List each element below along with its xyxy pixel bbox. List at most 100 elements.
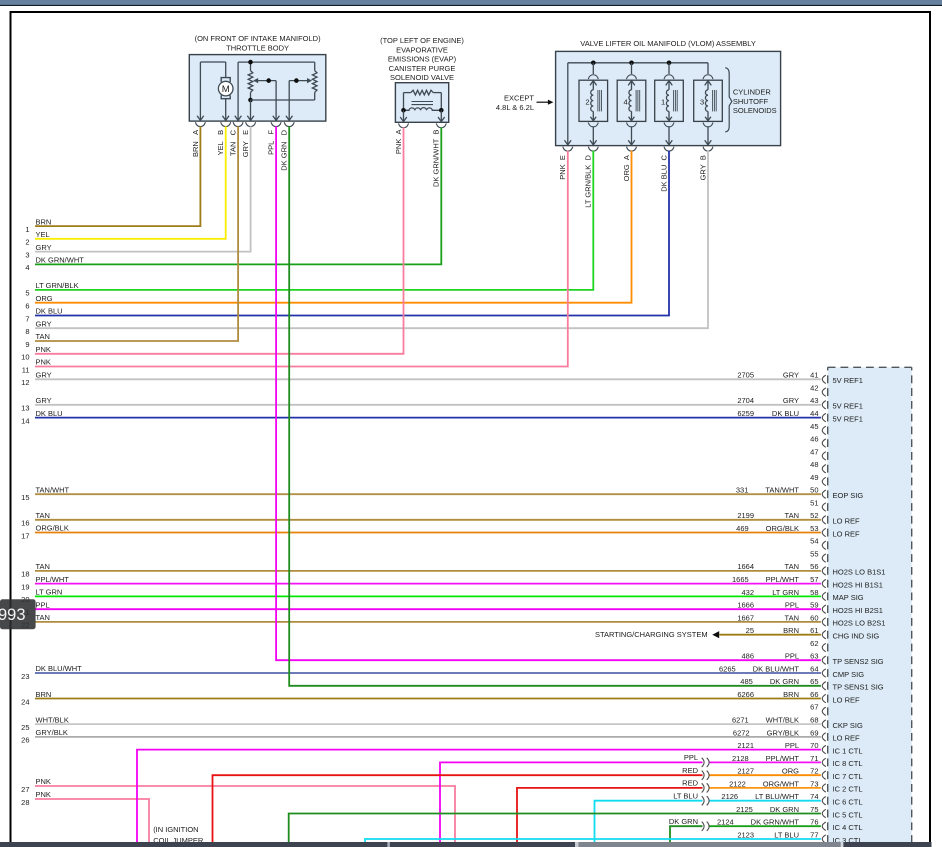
svg-text:2: 2 xyxy=(585,98,589,107)
svg-text:69: 69 xyxy=(810,728,818,737)
svg-text:11: 11 xyxy=(22,365,30,374)
svg-text:BRN: BRN xyxy=(783,690,799,699)
svg-text:2199: 2199 xyxy=(737,511,754,520)
svg-text:ORG/BLK: ORG/BLK xyxy=(766,524,799,533)
svg-text:DK GRN/WHT: DK GRN/WHT xyxy=(36,256,85,265)
svg-text:TAN: TAN xyxy=(785,562,799,571)
svg-text:2122: 2122 xyxy=(729,779,746,788)
svg-text:VALVE LIFTER OIL MANIFOLD (VLO: VALVE LIFTER OIL MANIFOLD (VLOM) ASSEMBL… xyxy=(580,39,756,48)
svg-text:2121: 2121 xyxy=(737,741,754,750)
svg-text:45: 45 xyxy=(810,422,818,431)
svg-text:IC 7 CTL: IC 7 CTL xyxy=(833,772,863,781)
svg-text:469: 469 xyxy=(736,524,749,533)
svg-text:23: 23 xyxy=(21,672,29,681)
svg-text:1664: 1664 xyxy=(737,562,754,571)
svg-text:CMP SIG: CMP SIG xyxy=(833,670,865,679)
svg-text:1: 1 xyxy=(25,225,29,234)
svg-text:59: 59 xyxy=(810,601,818,610)
svg-text:PNK A: PNK A xyxy=(394,130,403,155)
svg-text:71: 71 xyxy=(810,754,818,763)
svg-text:PPL F: PPL F xyxy=(267,129,276,154)
svg-text:1: 1 xyxy=(661,98,665,107)
svg-text:486: 486 xyxy=(741,652,754,661)
svg-text:LT BLU/WHT: LT BLU/WHT xyxy=(755,792,799,801)
svg-text:GRY/BLK: GRY/BLK xyxy=(36,728,68,737)
svg-text:LT GRN: LT GRN xyxy=(772,588,799,597)
svg-text:TAN: TAN xyxy=(36,562,50,571)
svg-text:CYLINDER: CYLINDER xyxy=(733,87,772,96)
svg-text:SOLENOID VALVE: SOLENOID VALVE xyxy=(390,73,454,82)
svg-text:3: 3 xyxy=(700,98,704,107)
svg-text:DK GRN/WHT B: DK GRN/WHT B xyxy=(432,130,441,188)
svg-text:RED: RED xyxy=(682,779,698,788)
svg-text:TP SENS1 SIG: TP SENS1 SIG xyxy=(833,683,884,692)
svg-text:PPL/WHT: PPL/WHT xyxy=(766,575,800,584)
svg-text:HO2S HI B1S1: HO2S HI B1S1 xyxy=(833,580,883,589)
svg-text:DK GRN: DK GRN xyxy=(770,805,799,814)
svg-text:17: 17 xyxy=(21,531,29,540)
svg-text:GRY E: GRY E xyxy=(241,130,250,157)
svg-text:47: 47 xyxy=(810,447,818,456)
svg-text:49: 49 xyxy=(810,473,818,482)
svg-text:26: 26 xyxy=(21,736,29,745)
svg-text:42: 42 xyxy=(810,384,818,393)
svg-text:BRN: BRN xyxy=(783,626,799,635)
svg-text:DK BLU: DK BLU xyxy=(36,409,63,418)
svg-text:ORG/WHT: ORG/WHT xyxy=(763,779,800,788)
svg-text:77: 77 xyxy=(810,830,818,839)
svg-text:76: 76 xyxy=(810,818,818,827)
svg-text:GRY: GRY xyxy=(783,371,799,380)
svg-text:50: 50 xyxy=(810,486,818,495)
svg-text:YEL: YEL xyxy=(36,230,50,239)
svg-text:74: 74 xyxy=(810,792,818,801)
svg-text:DK BLU/WHT: DK BLU/WHT xyxy=(36,664,83,673)
svg-text:SOLENOIDS: SOLENOIDS xyxy=(733,106,777,115)
svg-text:IC 5 CTL: IC 5 CTL xyxy=(833,810,863,819)
svg-text:1665: 1665 xyxy=(732,575,749,584)
svg-text:DK GRN: DK GRN xyxy=(770,677,799,686)
svg-text:24: 24 xyxy=(21,697,29,706)
svg-text:PNK: PNK xyxy=(36,790,51,799)
svg-text:IC 4 CTL: IC 4 CTL xyxy=(833,823,863,832)
svg-text:TAN: TAN xyxy=(36,613,50,622)
svg-text:HO2S LO B1S1: HO2S LO B1S1 xyxy=(833,568,886,577)
svg-text:72: 72 xyxy=(810,767,818,776)
svg-text:52: 52 xyxy=(810,511,818,520)
svg-text:DK GRN: DK GRN xyxy=(669,817,698,826)
svg-text:HO2S HI B2S1: HO2S HI B2S1 xyxy=(833,606,883,615)
svg-text:TAN C: TAN C xyxy=(229,129,238,156)
svg-text:IC 6 CTL: IC 6 CTL xyxy=(833,798,863,807)
svg-text:CANISTER PURGE: CANISTER PURGE xyxy=(389,64,456,73)
svg-text:IC 1 CTL: IC 1 CTL xyxy=(833,746,863,755)
svg-text:15: 15 xyxy=(21,493,29,502)
svg-text:GRY: GRY xyxy=(36,319,52,328)
svg-text:(TOP LEFT OF ENGINE): (TOP LEFT OF ENGINE) xyxy=(380,36,464,45)
svg-text:LO REF: LO REF xyxy=(833,734,861,743)
svg-text:LO REF: LO REF xyxy=(833,529,861,538)
svg-text:GRY/BLK: GRY/BLK xyxy=(767,728,799,737)
svg-text:DK BLU: DK BLU xyxy=(36,307,63,316)
svg-text:5: 5 xyxy=(25,289,29,298)
svg-text:BRN: BRN xyxy=(36,690,52,699)
svg-text:432: 432 xyxy=(741,588,754,597)
svg-text:53: 53 xyxy=(810,524,818,533)
svg-text:14: 14 xyxy=(21,416,29,425)
svg-text:EOP SIG: EOP SIG xyxy=(833,491,864,500)
svg-text:51: 51 xyxy=(810,498,818,507)
svg-text:LT GRN: LT GRN xyxy=(36,588,63,597)
svg-text:66: 66 xyxy=(810,690,818,699)
svg-text:46: 46 xyxy=(810,435,818,444)
svg-text:PNK: PNK xyxy=(36,358,51,367)
svg-text:ORG: ORG xyxy=(782,767,799,776)
svg-text:PPL: PPL xyxy=(684,753,698,762)
svg-text:DK BLU C: DK BLU C xyxy=(659,155,668,192)
svg-text:PNK E: PNK E xyxy=(558,155,567,180)
svg-text:41: 41 xyxy=(810,371,818,380)
svg-text:331: 331 xyxy=(736,486,749,495)
svg-text:5V REF1: 5V REF1 xyxy=(833,414,863,423)
svg-text:2125: 2125 xyxy=(736,805,753,814)
svg-text:28: 28 xyxy=(21,798,29,807)
svg-text:55: 55 xyxy=(810,550,818,559)
svg-text:68: 68 xyxy=(810,716,818,725)
svg-text:LT GRN/BLK D: LT GRN/BLK D xyxy=(584,155,593,208)
